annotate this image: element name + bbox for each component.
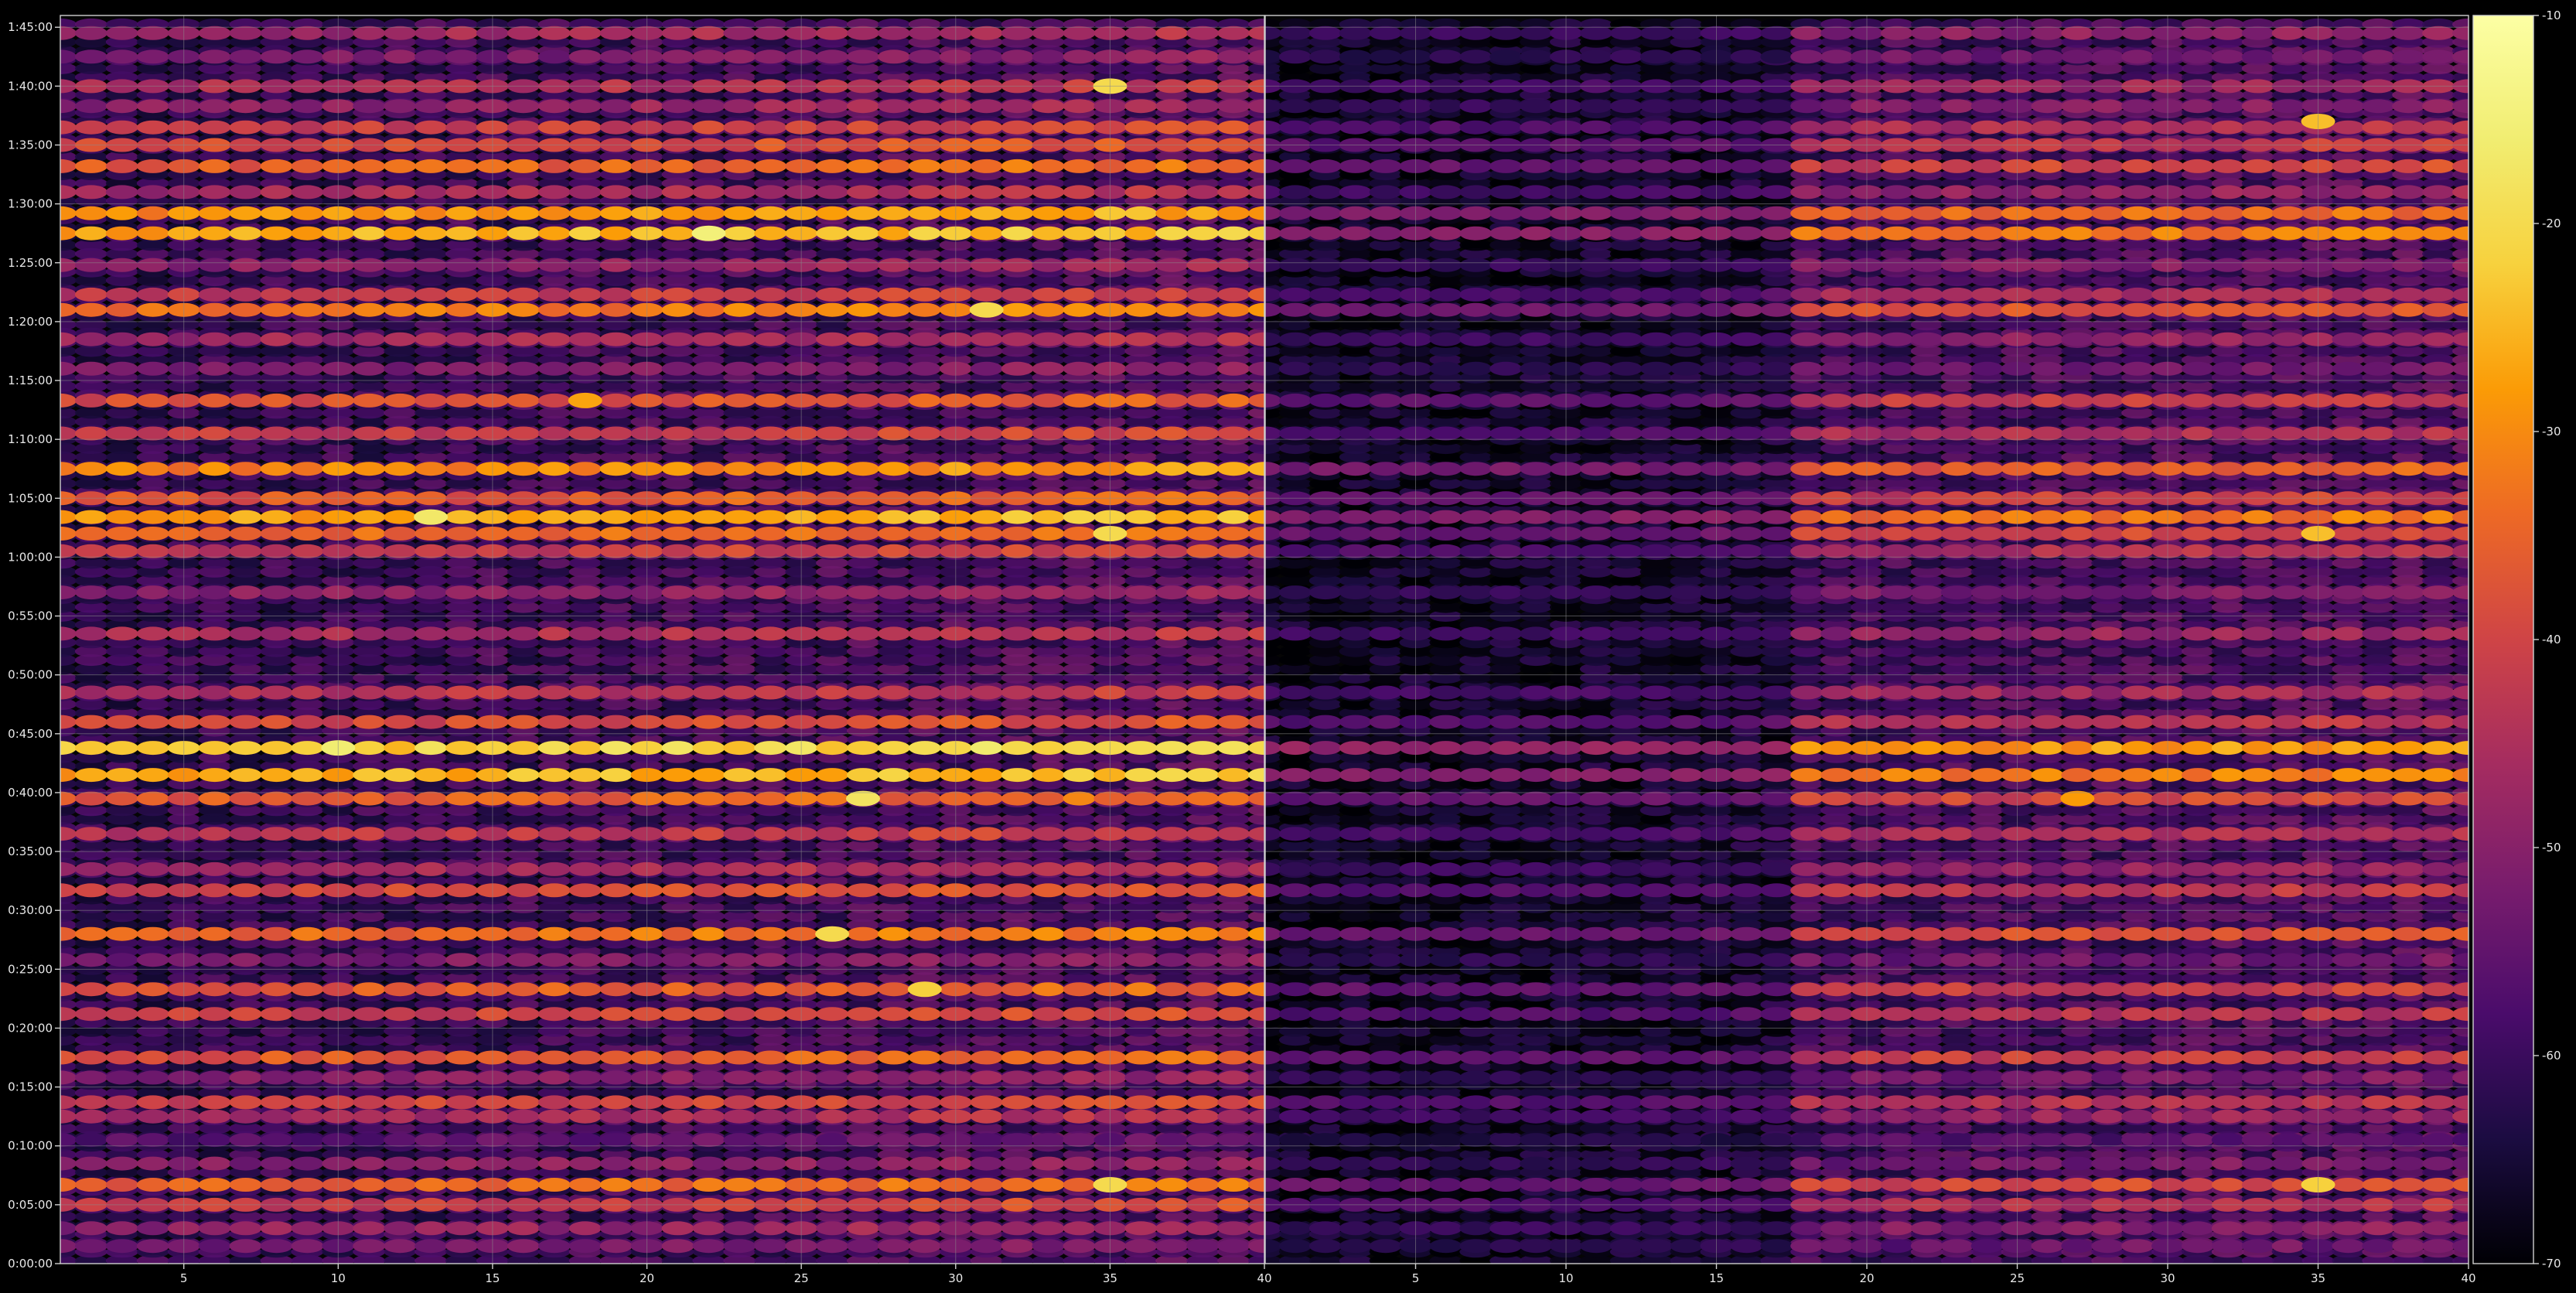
- spectrogram-figure: 0:00:000:05:000:10:000:15:000:20:000:25:…: [8, 9, 2561, 1285]
- left-panel: [60, 15, 1265, 1264]
